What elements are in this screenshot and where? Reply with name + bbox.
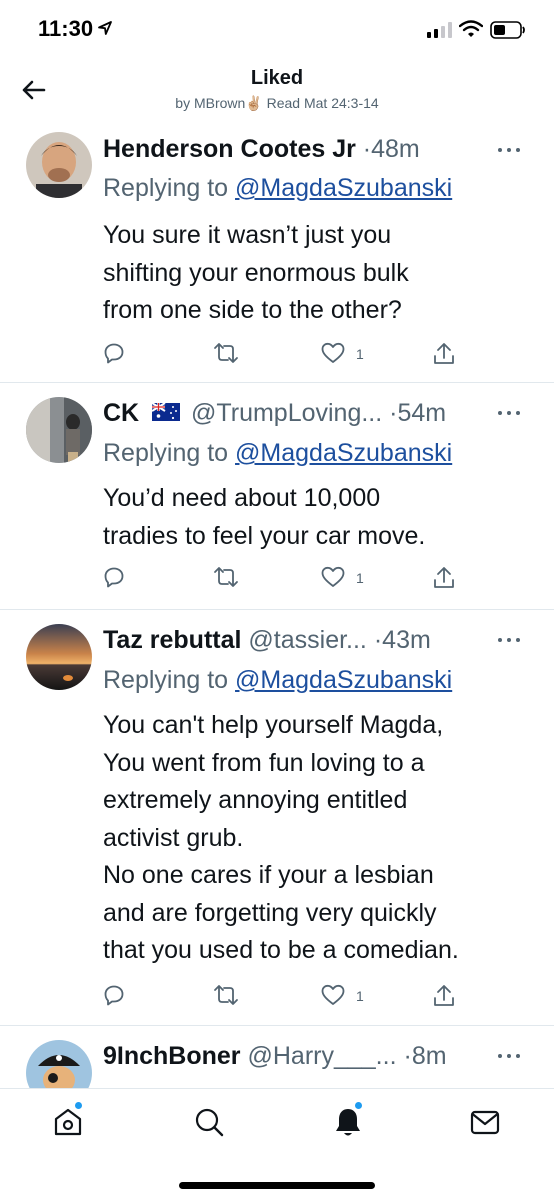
tab-messages[interactable] xyxy=(468,1105,502,1139)
tweet-text: You can't help yourself Magda, You went … xyxy=(103,707,533,970)
reply-icon xyxy=(104,985,124,1006)
share-icon xyxy=(434,343,454,364)
display-name[interactable]: 9InchBoner xyxy=(103,1042,241,1070)
heart-icon xyxy=(321,566,345,587)
home-icon xyxy=(54,1108,82,1136)
more-options-icon[interactable] xyxy=(498,140,526,160)
status-bar: 11:30 xyxy=(0,0,554,60)
separator-dot: · xyxy=(373,626,383,654)
tweet[interactable]: 9InchBoner @Harry___... ·8m xyxy=(0,1026,554,1088)
tweet-header: Henderson Cootes Jr ·48m xyxy=(103,132,524,166)
like-count: 1 xyxy=(356,570,364,586)
tweet[interactable]: Taz rebuttal @tassier... ·43m Replying t… xyxy=(0,610,554,1026)
reply-icon xyxy=(104,343,124,364)
battery-icon xyxy=(490,21,525,39)
replying-handle-link[interactable]: @MagdaSzubanski xyxy=(235,666,452,694)
replying-label: Replying to xyxy=(103,174,229,202)
retweet-icon xyxy=(214,343,238,363)
heart-icon xyxy=(321,342,345,363)
replying-label: Replying to xyxy=(103,666,229,694)
display-name[interactable]: CK xyxy=(103,399,139,427)
notifications-icon xyxy=(336,1109,360,1136)
replying-label: Replying to xyxy=(103,439,229,467)
user-handle[interactable]: @TrumpLoving... xyxy=(191,399,382,427)
tweet-text: You sure it wasn’t just you shifting you… xyxy=(103,217,533,330)
tweet-actions: 1 xyxy=(103,340,463,370)
share-icon xyxy=(434,567,454,588)
avatar[interactable] xyxy=(26,624,92,690)
messages-icon xyxy=(470,1110,500,1135)
tweet-text-lines: You can't help yourself Magda, You went … xyxy=(103,711,459,964)
tweet-time[interactable]: 43m xyxy=(382,626,431,654)
user-handle[interactable]: @Harry___... xyxy=(247,1042,396,1070)
tweet-text-lines: You sure it wasn’t just you shifting you… xyxy=(103,221,409,324)
separator-dot: · xyxy=(403,1042,412,1070)
tweet-actions: 1 xyxy=(103,564,463,594)
avatar[interactable] xyxy=(26,1040,92,1088)
like-count: 1 xyxy=(356,346,364,362)
more-options-icon[interactable] xyxy=(498,1046,526,1066)
tweet-text-lines: You’d need about 10,000 tradies to feel … xyxy=(103,484,426,550)
replying-to: Replying to @MagdaSzubanski xyxy=(103,171,452,205)
user-handle[interactable]: @tassier... xyxy=(248,626,366,654)
tweet-text: You’d need about 10,000 tradies to feel … xyxy=(103,480,533,555)
replying-to: Replying to @MagdaSzubanski xyxy=(103,436,452,470)
retweet-icon xyxy=(214,567,238,587)
tweet[interactable]: Henderson Cootes Jr ·48m Replying to @Ma… xyxy=(0,120,554,383)
cellular-signal-icon xyxy=(427,22,452,38)
australia-flag-icon xyxy=(152,403,181,422)
wifi-icon xyxy=(459,20,483,37)
retweet-icon xyxy=(214,985,238,1005)
page-subtitle: by MBrown✌🏼 Read Mat 24:3-14 xyxy=(175,95,379,111)
tab-notifications[interactable] xyxy=(331,1102,365,1139)
tab-search[interactable] xyxy=(192,1105,226,1139)
status-time: 11:30 xyxy=(38,16,94,41)
tweet-header: CK @TrumpLoving... ·54m xyxy=(103,396,524,430)
avatar[interactable] xyxy=(26,397,92,463)
more-options-icon[interactable] xyxy=(498,630,526,650)
search-icon xyxy=(195,1108,224,1137)
location-arrow-icon xyxy=(98,21,112,35)
display-name[interactable]: Taz rebuttal xyxy=(103,626,241,654)
tweet-time[interactable]: 8m xyxy=(412,1042,447,1070)
tweet-time[interactable]: 48m xyxy=(371,135,420,163)
notification-dot xyxy=(75,1102,82,1109)
header: Liked by MBrown✌🏼 Read Mat 24:3-14 xyxy=(0,60,554,120)
tweet-header: 9InchBoner @Harry___... ·8m xyxy=(103,1039,524,1073)
reply-icon xyxy=(104,567,124,588)
home-indicator xyxy=(179,1182,375,1189)
tweet-time[interactable]: 54m xyxy=(397,399,446,427)
tweet[interactable]: CK @TrumpLoving... ·54m Replying to @Mag… xyxy=(0,383,554,610)
replying-to: Replying to @MagdaSzubanski xyxy=(103,663,452,697)
display-name[interactable]: Henderson Cootes Jr xyxy=(103,135,356,163)
replying-handle-link[interactable]: @MagdaSzubanski xyxy=(235,439,452,467)
page-title: Liked xyxy=(250,67,304,89)
heart-icon xyxy=(321,984,345,1005)
like-count: 1 xyxy=(356,988,364,1004)
tweet-actions: 1 xyxy=(103,982,463,1012)
tweet-header: Taz rebuttal @tassier... ·43m xyxy=(103,623,524,657)
separator-dot: · xyxy=(362,135,372,163)
tab-home[interactable] xyxy=(51,1102,85,1139)
share-icon xyxy=(434,985,454,1006)
notification-dot xyxy=(355,1102,362,1109)
avatar[interactable] xyxy=(26,132,92,198)
replying-handle-link[interactable]: @MagdaSzubanski xyxy=(235,174,452,202)
more-options-icon[interactable] xyxy=(498,403,526,423)
